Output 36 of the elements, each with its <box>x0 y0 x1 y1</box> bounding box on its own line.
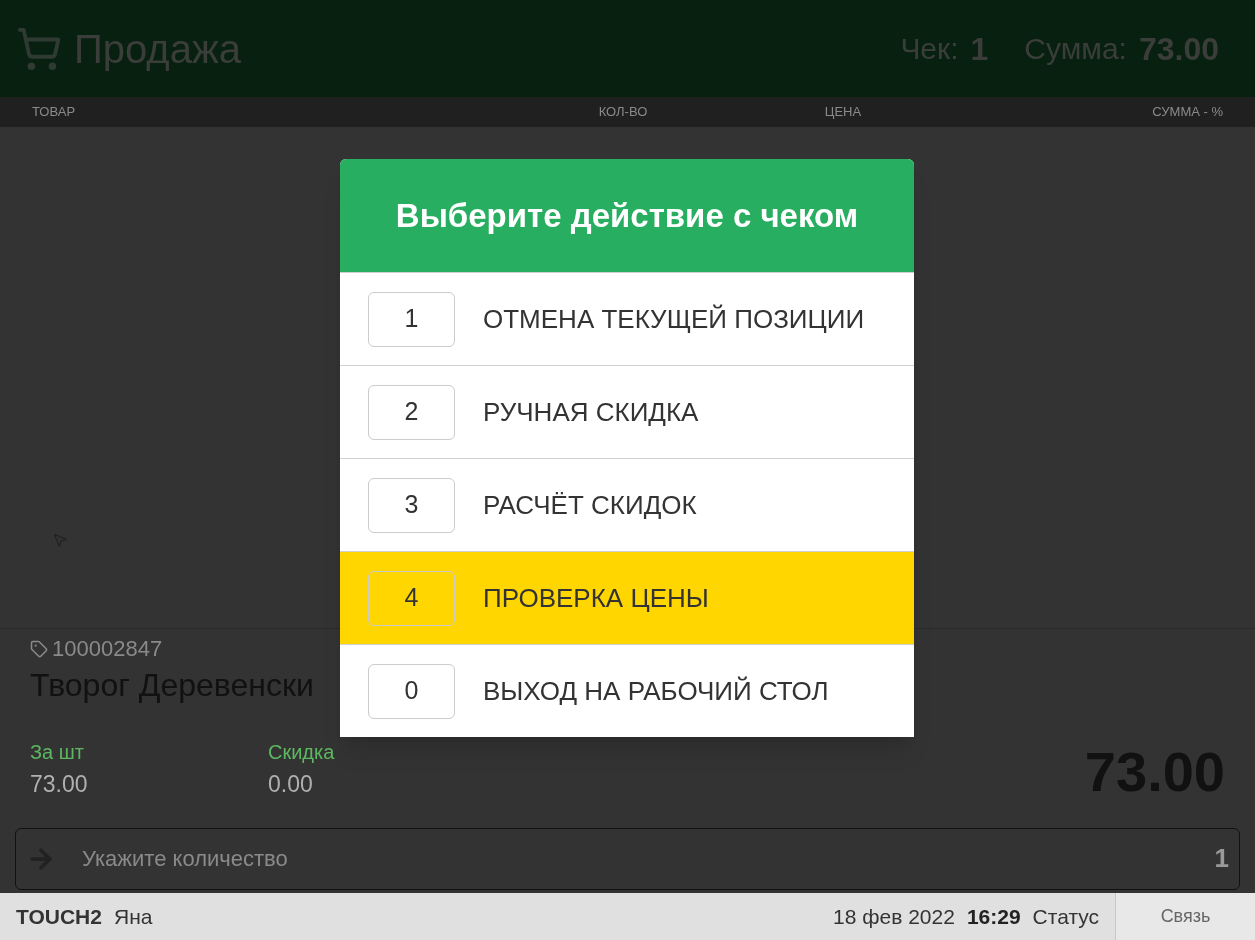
discount-label: Скидка <box>268 740 335 765</box>
quantity-value: 1 <box>1214 842 1229 875</box>
dialog-title: Выберите действие с чеком <box>395 195 859 236</box>
dialog-menu-item[interactable]: 3 РАСЧЁТ СКИДОК <box>340 458 914 551</box>
status-text: Статус <box>1032 903 1099 930</box>
quantity-placeholder: Укажите количество <box>82 845 289 873</box>
menu-item-label: РАСЧЁТ СКИДОК <box>483 488 697 522</box>
column-header: ЦЕНА <box>823 103 863 122</box>
price-label: За шт <box>30 740 85 765</box>
connection-button[interactable]: Связь <box>1115 893 1255 940</box>
discount-value: 0.00 <box>268 770 314 799</box>
dialog-menu-item[interactable]: 2 РУЧНАЯ СКИДКА <box>340 365 914 458</box>
time-text: 16:29 <box>966 903 1021 930</box>
shortcut-key: 1 <box>368 291 455 347</box>
shortcut-key: 4 <box>368 570 455 626</box>
column-header: ТОВАР <box>32 103 77 122</box>
menu-item-label: ОТМЕНА ТЕКУЩЕЙ ПОЗИЦИИ <box>483 302 865 336</box>
user-name: Яна <box>113 903 153 930</box>
unit-price: 73.00 <box>30 770 89 799</box>
menu-item-label: ВЫХОД НА РАБОЧИЙ СТОЛ <box>483 674 829 708</box>
tag-icon <box>30 639 48 658</box>
shortcut-key: 3 <box>368 477 455 533</box>
column-header: КОЛ-ВО <box>597 103 649 122</box>
shortcut-key: 2 <box>368 384 455 440</box>
column-header: СУММА - % <box>1151 103 1223 122</box>
dialog-menu-item[interactable]: 1 ОТМЕНА ТЕКУЩЕЙ ПОЗИЦИИ <box>340 272 914 365</box>
dialog-menu-item[interactable]: 0 ВЫХОД НА РАБОЧИЙ СТОЛ <box>340 644 914 737</box>
shortcut-key: 0 <box>368 663 455 719</box>
terminal-name: TOUCH2 <box>16 903 102 930</box>
quantity-field[interactable]: Укажите количество 1 <box>15 827 1240 890</box>
menu-item-label: ПРОВЕРКА ЦЕНЫ <box>483 581 709 615</box>
cart-icon <box>16 25 62 72</box>
date-text: 18 фев 2022 <box>833 903 955 930</box>
dialog-menu-item[interactable]: 4 ПРОВЕРКА ЦЕНЫ <box>340 551 914 644</box>
menu-item-label: РУЧНАЯ СКИДКА <box>483 395 699 429</box>
product-code: 100002847 <box>52 635 163 663</box>
